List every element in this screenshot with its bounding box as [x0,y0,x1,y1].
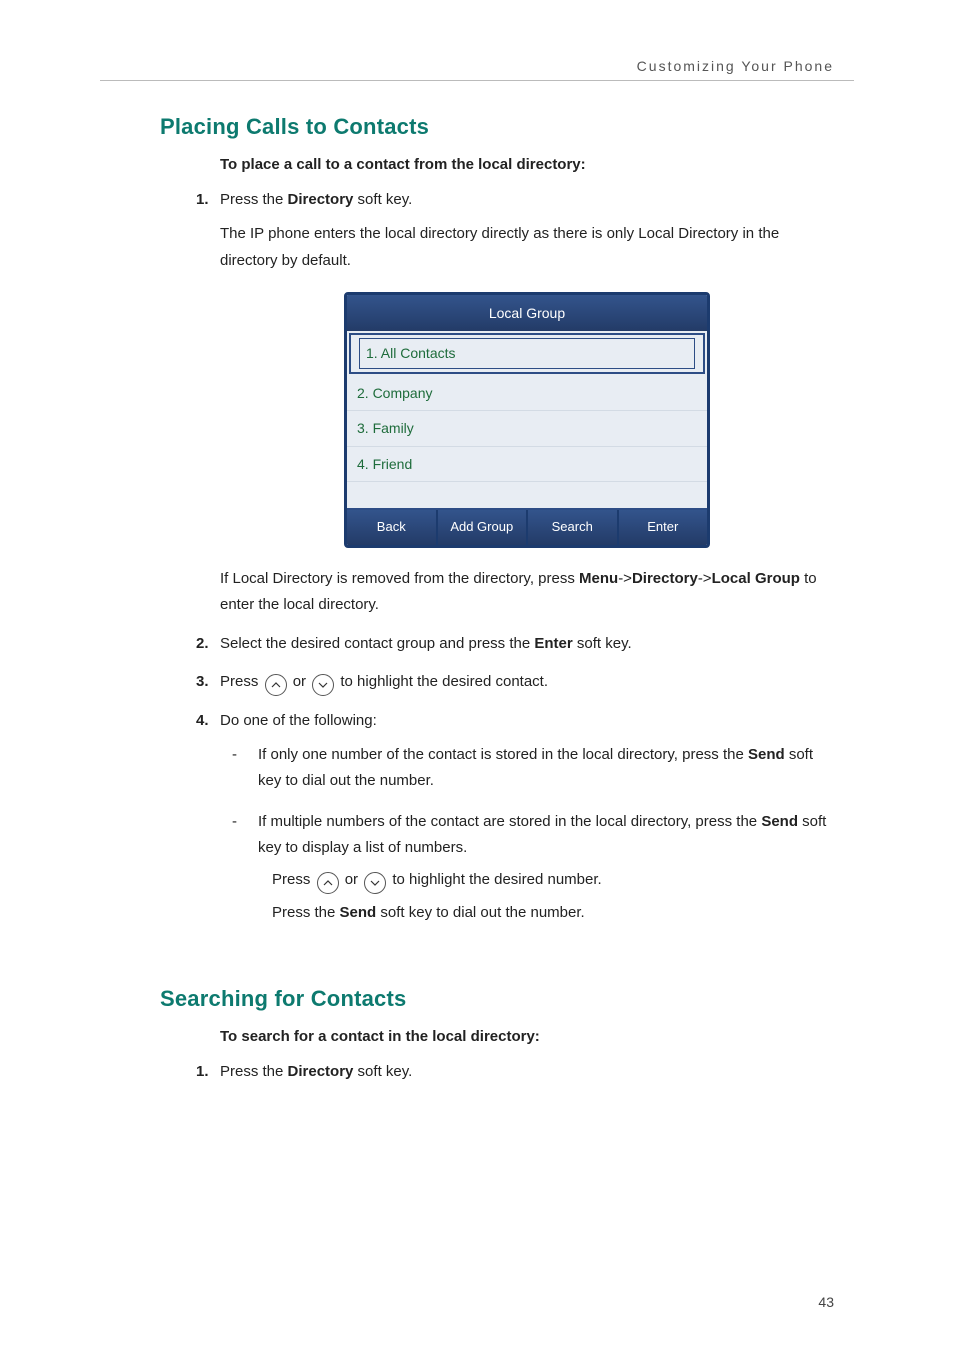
step1-pre: Press the [220,191,288,208]
step-num: 1. [196,187,209,213]
step2-pre: Select the desired contact group and pre… [220,635,534,652]
step-num: 4. [196,708,209,734]
nav-down-icon [364,872,386,894]
step1-key: Directory [288,191,354,208]
section1-subhead: To place a call to a contact from the lo… [220,156,834,173]
step1b-para: If Local Directory is removed from the d… [220,566,834,619]
dash-icon: - [232,742,237,768]
b2-l3key: Send [340,904,377,921]
step-2: 2. Select the desired contact group and … [196,631,834,657]
step1b-arrow1: -> [618,570,632,587]
step3-pre: Press [220,673,263,690]
b2-l2pre: Press [272,871,315,888]
step-num: 3. [196,669,209,695]
phone-title: Local Group [347,295,707,332]
step4-sublist: - If only one number of the contact is s… [232,742,834,926]
b1-key: Send [748,746,785,763]
phone-row-label: 1. All Contacts [359,338,695,369]
phone-row: 4. Friend [347,447,707,483]
phone-screenshot: Local Group 1. All Contacts 2. Company 3… [344,292,710,548]
softkey-add-group: Add Group [438,510,529,545]
section2-step-1: 1. Press the Directory soft key. [196,1059,834,1085]
b2-l3pre: Press the [272,904,340,921]
step3-mid: or [293,673,311,690]
softkey-back: Back [347,510,438,545]
step1b-menu: Menu [579,570,618,587]
step4-bullet2: - If multiple numbers of the contact are… [232,809,834,927]
section-heading-placing-calls: Placing Calls to Contacts [160,114,834,140]
nav-up-icon [265,674,287,696]
b2-l2post: to highlight the desired number. [392,871,601,888]
step2-post: soft key. [573,635,632,652]
section-heading-searching-contacts: Searching for Contacts [160,986,834,1012]
b2-pre: If multiple numbers of the contact are s… [258,813,761,830]
page-number: 43 [818,1294,834,1310]
step1b-lg1: Local [712,570,751,587]
b1-pre: If only one number of the contact is sto… [258,746,748,763]
phone-row: 3. Family [347,411,707,447]
dash-icon: - [232,809,237,835]
softkey-enter: Enter [619,510,708,545]
b2-line2: Press or to highlight the desired number… [272,867,834,894]
page: Customizing Your Phone Placing Calls to … [0,0,954,1350]
nav-up-icon [317,872,339,894]
step4-text: Do one of the following: [220,712,377,729]
running-head: Customizing Your Phone [637,58,834,74]
section2-subhead: To search for a contact in the local dir… [220,1028,834,1045]
s2-step1-pre: Press the [220,1063,288,1080]
step2-key: Enter [534,635,572,652]
softkey-search: Search [528,510,619,545]
step1b-pre: If Local Directory is removed from the d… [220,570,579,587]
step-1: 1. Press the Directory soft key. The IP … [196,187,834,619]
step1-para: The IP phone enters the local directory … [220,221,834,274]
step-3: 3. Press or to highlight the desired con… [196,669,834,696]
phone-softkeys: Back Add Group Search Enter [347,508,707,545]
section1-steps: 1. Press the Directory soft key. The IP … [196,187,834,926]
s2-step1-post: soft key. [353,1063,412,1080]
s2-step1-key: Directory [288,1063,354,1080]
step4-bullet1: - If only one number of the contact is s… [232,742,834,795]
b2-l3post: soft key to dial out the number. [376,904,584,921]
b2-l2mid: or [345,871,363,888]
b2-key: Send [761,813,798,830]
step1b-dir: Directory [632,570,698,587]
step3-post: to highlight the desired contact. [340,673,548,690]
section1-body: To place a call to a contact from the lo… [220,156,834,926]
step1b-lg2: Group [755,570,800,587]
head-rule [100,80,854,81]
step-num: 2. [196,631,209,657]
phone-blank-row [347,482,707,508]
section2-steps: 1. Press the Directory soft key. [196,1059,834,1085]
section2-body: To search for a contact in the local dir… [220,1028,834,1085]
step1b-arrow2: -> [698,570,712,587]
phone-row-selected: 1. All Contacts [349,333,705,374]
step-num: 1. [196,1059,209,1085]
step-4: 4. Do one of the following: - If only on… [196,708,834,927]
step1-post: soft key. [353,191,412,208]
nav-down-icon [312,674,334,696]
b2-line3: Press the Send soft key to dial out the … [272,900,834,926]
phone-row: 2. Company [347,376,707,412]
phone-list: 1. All Contacts 2. Company 3. Family 4. … [347,333,707,508]
